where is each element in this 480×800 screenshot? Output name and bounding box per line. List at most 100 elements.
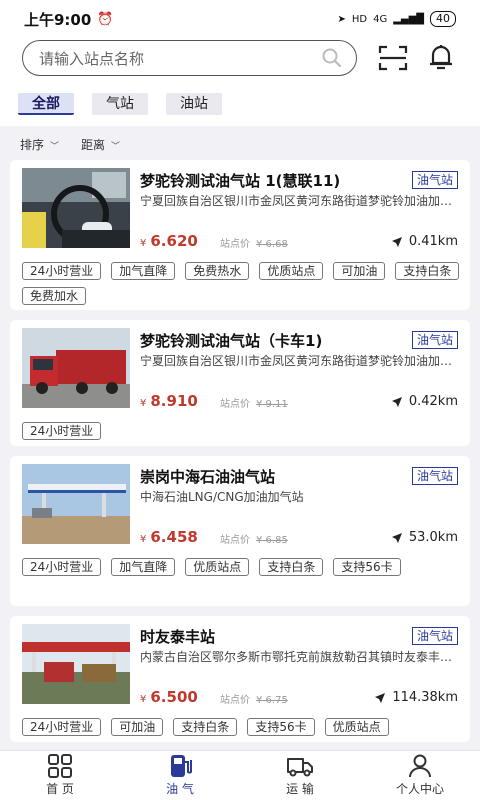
currency-symbol: ¥ — [140, 694, 147, 705]
sort-bar: 排序 ﹀ 距离 ﹀ — [0, 136, 480, 154]
distance-value: 0.42km — [408, 394, 458, 409]
station-tags: 24小时营业 可加油 支持白条 支持56卡 优质站点 — [22, 718, 462, 736]
search-icon[interactable] — [322, 48, 342, 68]
station-tag: 24小时营业 — [22, 262, 102, 280]
station-price: ¥8.910 — [140, 392, 198, 410]
distance-value: 0.41km — [408, 234, 458, 249]
station-card[interactable]: 崇岗中海石油油气站 油气站 中海石油LNG/CNG加油加气站 ¥6.458 站点… — [10, 456, 470, 606]
station-name: 崇岗中海石油油气站 — [140, 468, 276, 486]
station-tag: 支持白条 — [259, 558, 324, 576]
distance-value: 114.38km — [392, 690, 458, 705]
station-thumbnail-gas-station — [22, 464, 130, 544]
sort-dropdown[interactable]: 排序 ﹀ — [20, 136, 59, 154]
station-card[interactable]: 梦驼铃测试油气站（卡车1) 油气站 宁夏回族自治区银川市金凤区黄河东路街道梦驼铃… — [10, 320, 470, 446]
station-distance: 0.41km — [391, 234, 458, 249]
station-type-badge: 油气站 — [411, 467, 458, 485]
station-address: 宁夏回族自治区银川市金凤区黄河东路街道梦驼铃加油加气站 — [140, 194, 456, 208]
sort-label: 排序 — [20, 138, 45, 152]
station-tag: 支持56卡 — [333, 558, 401, 576]
navigation-arrow-icon — [391, 236, 402, 247]
status-time: 上午9:00 — [24, 10, 92, 29]
station-tags: 24小时营业 加气直降 优质站点 支持白条 支持56卡 — [22, 558, 462, 576]
station-price-label: 站点价 — [220, 399, 250, 410]
station-address: 宁夏回族自治区银川市金凤区黄河东路街道梦驼铃加油加气站 — [140, 354, 456, 368]
header: 请输入站点名称 全部 气站 油站 — [0, 38, 480, 126]
station-tag: 免费热水 — [185, 262, 250, 280]
nav-home[interactable]: 首 页 — [0, 751, 120, 800]
station-price-value: ¥ 6.85 — [256, 535, 288, 546]
bottom-nav: 首 页 油 气 运 输 个人中心 — [0, 750, 480, 800]
station-price-value: ¥ 6.68 — [256, 239, 288, 250]
station-tag: 免费加水 — [22, 287, 87, 305]
station-price-value: ¥ 6.75 — [256, 695, 288, 706]
truck-icon — [287, 758, 313, 777]
price-value: 8.910 — [150, 392, 198, 410]
station-tag: 优质站点 — [259, 262, 324, 280]
station-tag: 支持56卡 — [247, 718, 315, 736]
station-list-price: 站点价 ¥ 9.11 — [220, 395, 288, 410]
station-price-label: 站点价 — [220, 239, 250, 250]
station-type-badge: 油气站 — [411, 627, 458, 645]
station-tags: 24小时营业 — [22, 422, 462, 440]
nav-transport[interactable]: 运 输 — [240, 751, 360, 800]
price-value: 6.458 — [150, 528, 198, 546]
station-list-price: 站点价 ¥ 6.75 — [220, 691, 288, 706]
station-name: 梦驼铃测试油气站（卡车1) — [140, 332, 323, 350]
nav-fuel[interactable]: 油 气 — [120, 751, 240, 800]
station-card[interactable]: 梦驼铃测试油气站 1(慧联11) 油气站 宁夏回族自治区银川市金凤区黄河东路街道… — [10, 160, 470, 310]
status-indicators: ➤ HD 4G ▂▄▆█ 40 — [337, 11, 456, 27]
station-thumbnail-station-trucks — [22, 624, 130, 704]
station-tag: 24小时营业 — [22, 422, 102, 440]
station-tag: 加气直降 — [111, 262, 176, 280]
navigation-arrow-icon — [391, 532, 402, 543]
station-tag: 可加油 — [111, 718, 164, 736]
navigation-arrow-icon — [375, 692, 386, 703]
station-tag: 优质站点 — [185, 558, 250, 576]
station-tag: 加气直降 — [111, 558, 176, 576]
station-name: 时友泰丰站 — [140, 628, 216, 646]
filter-tabs: 全部 气站 油站 — [18, 93, 222, 115]
station-tag: 优质站点 — [324, 718, 389, 736]
chevron-down-icon: ﹀ — [50, 142, 60, 152]
distance-label: 距离 — [81, 138, 106, 152]
station-address: 中海石油LNG/CNG加油加气站 — [140, 490, 304, 504]
nav-profile[interactable]: 个人中心 — [360, 751, 480, 800]
hd-label: HD — [351, 13, 368, 25]
station-list-price: 站点价 ¥ 6.68 — [220, 235, 288, 250]
station-thumbnail-red-truck — [22, 328, 130, 408]
station-tag: 24小时营业 — [22, 558, 102, 576]
station-type-badge: 油气站 — [411, 331, 458, 349]
price-value: 6.500 — [150, 688, 198, 706]
person-icon — [409, 754, 431, 778]
status-bar: 上午9:00 ⏰ ➤ HD 4G ▂▄▆█ 40 — [0, 0, 480, 38]
station-tag: 可加油 — [333, 262, 386, 280]
station-card[interactable]: 时友泰丰站 油气站 内蒙古自治区鄂尔多斯市鄂托克前旗敖勒召其镇时友泰丰加油站 ¥… — [10, 616, 470, 742]
tab-all[interactable]: 全部 — [18, 93, 74, 115]
distance-value: 53.0km — [408, 530, 458, 545]
search-placeholder: 请输入站点名称 — [39, 49, 145, 68]
scan-icon[interactable] — [378, 44, 408, 72]
station-type-badge: 油气站 — [411, 171, 458, 189]
location-icon: ➤ — [337, 13, 346, 25]
price-value: 6.620 — [150, 232, 198, 250]
nav-label: 首 页 — [46, 782, 74, 796]
station-price-label: 站点价 — [220, 695, 250, 706]
battery-indicator: 40 — [430, 11, 456, 27]
tab-gas[interactable]: 气站 — [92, 93, 148, 115]
nav-label: 个人中心 — [395, 782, 444, 796]
tab-oil[interactable]: 油站 — [166, 93, 222, 115]
station-address: 内蒙古自治区鄂尔多斯市鄂托克前旗敖勒召其镇时友泰丰加油站 — [140, 650, 456, 664]
network-label: 4G — [373, 13, 388, 25]
currency-symbol: ¥ — [140, 534, 147, 545]
station-tags: 24小时营业 加气直降 免费热水 优质站点 可加油 支持白条 免费加水 — [22, 262, 462, 305]
station-thumbnail-driver — [22, 168, 130, 248]
station-tag: 支持白条 — [173, 718, 238, 736]
home-grid-icon — [48, 754, 72, 778]
bell-icon[interactable] — [428, 43, 454, 71]
station-price-label: 站点价 — [220, 535, 250, 546]
station-price: ¥6.458 — [140, 528, 198, 546]
station-price-value: ¥ 9.11 — [256, 399, 288, 410]
distance-dropdown[interactable]: 距离 ﹀ — [81, 136, 120, 154]
nav-label: 运 输 — [286, 782, 314, 796]
search-input[interactable]: 请输入站点名称 — [22, 40, 357, 76]
